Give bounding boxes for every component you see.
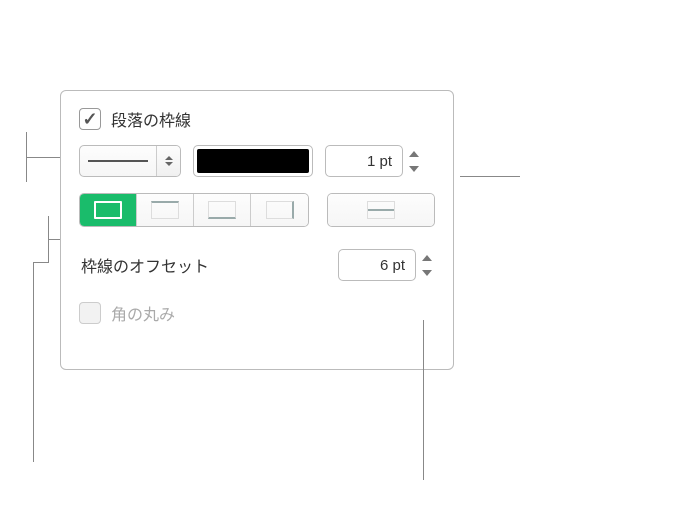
callout-line-icon: [48, 239, 60, 240]
border-offset-stepper-group: 6 pt: [338, 249, 435, 281]
border-top-icon: [151, 201, 179, 219]
border-offset-value: 6 pt: [380, 257, 405, 274]
border-position-segmented: [79, 193, 309, 227]
border-position-full[interactable]: [80, 194, 137, 226]
line-sample-icon: [88, 160, 148, 162]
border-position-right[interactable]: [251, 194, 308, 226]
border-offset-field[interactable]: 6 pt: [338, 249, 416, 281]
border-bottom-icon: [208, 201, 236, 219]
stepper-down-icon[interactable]: [406, 163, 422, 175]
round-corners-row: 角の丸み: [79, 301, 435, 325]
border-between-segmented: [327, 193, 435, 227]
round-corners-checkbox[interactable]: [79, 302, 101, 324]
border-position-top[interactable]: [137, 194, 194, 226]
line-color-well[interactable]: [193, 145, 313, 177]
line-width-stepper: [406, 145, 422, 177]
paragraph-border-label: 段落の枠線: [111, 107, 191, 131]
stepper-up-icon[interactable]: [406, 148, 422, 160]
border-offset-row: 枠線のオフセット 6 pt: [79, 249, 435, 281]
border-between-button[interactable]: [328, 194, 434, 226]
line-width-field[interactable]: 1 pt: [325, 145, 403, 177]
callout-line-icon: [423, 320, 424, 480]
callout-line-icon: [26, 157, 60, 158]
border-position-row: [79, 193, 435, 227]
line-style-preview: [80, 146, 156, 176]
line-width-value: 1 pt: [367, 153, 392, 170]
line-style-dropdown[interactable]: [79, 145, 181, 177]
paragraph-border-checkbox-row: 段落の枠線: [79, 107, 435, 131]
paragraph-border-panel: 段落の枠線 1 pt: [60, 90, 454, 370]
chevron-updown-icon: [156, 146, 180, 176]
callout-line-icon: [460, 176, 520, 177]
paragraph-border-checkbox[interactable]: [79, 108, 101, 130]
border-offset-label: 枠線のオフセット: [81, 253, 209, 277]
border-between-icon: [367, 201, 395, 219]
callout-line-icon: [33, 262, 49, 263]
stepper-down-icon[interactable]: [419, 267, 435, 279]
stepper-up-icon[interactable]: [419, 252, 435, 264]
border-right-icon: [266, 201, 294, 219]
border-position-bottom[interactable]: [194, 194, 251, 226]
border-style-row: 1 pt: [79, 145, 435, 177]
border-full-icon: [94, 201, 122, 219]
border-offset-stepper: [419, 249, 435, 281]
round-corners-label: 角の丸み: [111, 301, 175, 325]
callout-line-icon: [33, 262, 34, 462]
line-width-stepper-group: 1 pt: [325, 145, 422, 177]
color-swatch-icon: [197, 149, 309, 173]
